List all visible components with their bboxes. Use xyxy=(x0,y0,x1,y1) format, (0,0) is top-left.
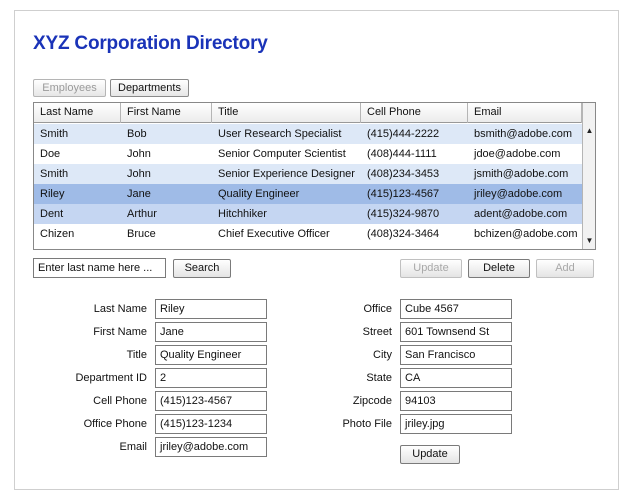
table-cell-email: adent@adobe.com xyxy=(474,208,568,220)
office-label: Office xyxy=(363,303,392,315)
update-button[interactable]: Update xyxy=(400,259,462,278)
column-header-email[interactable]: Email xyxy=(468,103,582,123)
first-name-label: First Name xyxy=(93,326,147,338)
column-header-first-name[interactable]: First Name xyxy=(121,103,212,123)
search-button[interactable]: Search xyxy=(173,259,231,278)
tab-departments[interactable]: Departments xyxy=(110,79,189,97)
grid-scrollbar[interactable]: ▲ ▼ xyxy=(582,103,595,249)
table-cell-first-name: John xyxy=(127,148,151,160)
table-row[interactable]: Doe John Senior Computer Scientist (408)444… xyxy=(34,144,582,164)
table-cell-first-name: Bob xyxy=(127,128,147,140)
column-header-title[interactable]: Title xyxy=(212,103,361,123)
table-cell-last-name: Chizen xyxy=(40,228,75,240)
table-cell-cell-phone: (415)444-2222 xyxy=(367,128,440,140)
table-cell-title: Chief Executive Officer xyxy=(218,228,330,240)
delete-button[interactable]: Delete xyxy=(468,259,530,278)
table-cell-first-name: Bruce xyxy=(127,228,156,240)
office-phone-label: Office Phone xyxy=(83,418,147,430)
table-row[interactable]: Smith Bob User Research Specialist (415)444… xyxy=(34,124,582,144)
table-cell-first-name: Arthur xyxy=(127,208,157,220)
photo-file-field[interactable]: jriley.jpg xyxy=(400,414,512,434)
search-input[interactable]: Enter last name here ... xyxy=(33,258,166,278)
city-field[interactable]: San Francisco xyxy=(400,345,512,365)
table-cell-cell-phone: (408)234-3453 xyxy=(367,168,440,180)
email-label: Email xyxy=(119,441,147,453)
add-button[interactable]: Add xyxy=(536,259,594,278)
table-cell-email: bsmith@adobe.com xyxy=(474,128,572,140)
zipcode-label: Zipcode xyxy=(352,395,392,407)
state-field[interactable]: CA xyxy=(400,368,512,388)
column-header-cell-phone[interactable]: Cell Phone xyxy=(361,103,468,123)
office-phone-field[interactable]: (415)123-1234 xyxy=(155,414,267,434)
table-row[interactable]: Riley Jane Quality Engineer (415)123-4567 jr… xyxy=(34,184,582,204)
state-label: State xyxy=(366,372,392,384)
table-cell-last-name: Smith xyxy=(40,168,69,180)
grid-header: Last Name First Name Title Cell Phone Em… xyxy=(34,103,582,123)
table-cell-cell-phone: (415)123-4567 xyxy=(367,188,440,200)
table-cell-title: Senior Experience Designer xyxy=(218,168,355,180)
cell-phone-field[interactable]: (415)123-4567 xyxy=(155,391,267,411)
page-title: XYZ Corporation Directory xyxy=(33,33,268,54)
table-cell-email: jriley@adobe.com xyxy=(474,188,563,200)
table-cell-last-name: Riley xyxy=(40,188,65,200)
table-cell-last-name: Doe xyxy=(40,148,61,160)
scroll-down-arrow-icon[interactable]: ▼ xyxy=(584,235,595,247)
cell-phone-label: Cell Phone xyxy=(93,395,147,407)
city-label: City xyxy=(373,349,392,361)
zipcode-field[interactable]: 94103 xyxy=(400,391,512,411)
scroll-up-arrow-icon[interactable]: ▲ xyxy=(584,125,595,137)
table-cell-cell-phone: (408)444-1111 xyxy=(367,148,437,160)
street-field[interactable]: 601 Townsend St xyxy=(400,322,512,342)
table-cell-first-name: John xyxy=(127,168,151,180)
employee-grid[interactable]: Last Name First Name Title Cell Phone Em… xyxy=(33,102,596,250)
tab-employees[interactable]: Employees xyxy=(33,79,106,97)
email-field[interactable]: jriley@adobe.com xyxy=(155,437,267,457)
table-cell-title: Hitchhiker xyxy=(218,208,267,220)
photo-file-label: Photo File xyxy=(342,418,392,430)
table-row[interactable]: Smith John Senior Experience Designer (408)… xyxy=(34,164,582,184)
street-label: Street xyxy=(362,326,392,338)
title-label: Title xyxy=(126,349,147,361)
title-field[interactable]: Quality Engineer xyxy=(155,345,267,365)
table-row[interactable]: Chizen Bruce Chief Executive Officer (408)3… xyxy=(34,224,582,244)
department-id-field[interactable]: 2 xyxy=(155,368,267,388)
office-field[interactable]: Cube 4567 xyxy=(400,299,512,319)
form-update-button[interactable]: Update xyxy=(400,445,460,464)
table-cell-title: Senior Computer Scientist xyxy=(218,148,346,160)
table-row[interactable]: Dent Arthur Hitchhiker (415)324-9870 adent@a… xyxy=(34,204,582,224)
first-name-field[interactable]: Jane xyxy=(155,322,267,342)
table-cell-last-name: Dent xyxy=(40,208,64,220)
table-cell-first-name: Jane xyxy=(127,188,151,200)
table-cell-cell-phone: (415)324-9870 xyxy=(367,208,440,220)
table-cell-cell-phone: (408)324-3464 xyxy=(367,228,440,240)
column-header-last-name[interactable]: Last Name xyxy=(34,103,121,123)
last-name-label: Last Name xyxy=(93,303,147,315)
table-cell-email: bchizen@adobe.com xyxy=(474,228,578,240)
table-cell-email: jdoe@adobe.com xyxy=(474,148,561,160)
department-id-label: Department ID xyxy=(75,372,147,384)
table-cell-title: User Research Specialist xyxy=(218,128,342,140)
table-cell-title: Quality Engineer xyxy=(218,188,300,200)
table-cell-last-name: Smith xyxy=(40,128,69,140)
table-cell-email: jsmith@adobe.com xyxy=(474,168,569,180)
last-name-field[interactable]: Riley xyxy=(155,299,267,319)
